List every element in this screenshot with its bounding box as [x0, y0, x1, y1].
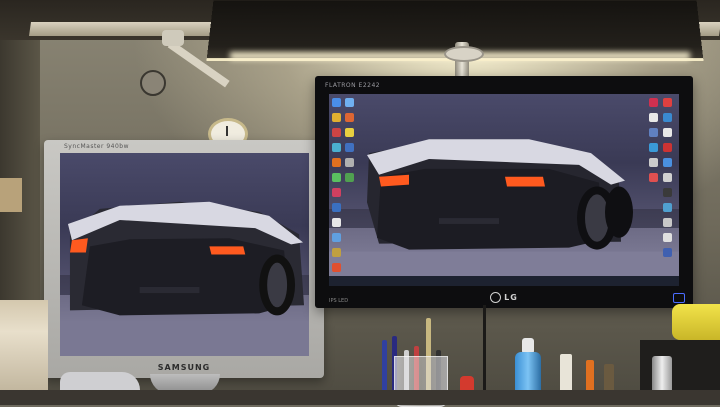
lamp-bracket-cap — [444, 46, 484, 62]
right-monitor-screen[interactable] — [329, 94, 679, 286]
car-wallpaper-icon — [329, 139, 679, 286]
taskbar[interactable] — [329, 276, 679, 286]
left-monitor-screen[interactable] — [60, 153, 309, 356]
monitor-cable — [483, 305, 486, 395]
desktop-icons-left-2[interactable] — [345, 98, 357, 182]
camera-icon — [162, 30, 184, 46]
right-monitor-model: FLATRON E2242 — [325, 82, 381, 89]
right-monitor: FLATRON E2242 IPS LED LG — [315, 76, 693, 308]
shelf-item — [0, 178, 22, 212]
desk-edge — [0, 390, 720, 405]
right-monitor-brand-text: LG — [504, 293, 518, 302]
fan-icon — [140, 70, 166, 96]
desktop-icons-right-2[interactable] — [649, 98, 661, 182]
yellow-container — [672, 304, 720, 340]
left-monitor-model: SyncMaster 940bw — [64, 143, 130, 150]
lg-logo-icon — [490, 292, 502, 303]
desktop-icons-left[interactable] — [332, 98, 344, 272]
right-monitor-brand: LG — [315, 292, 693, 303]
car-wallpaper-icon — [60, 201, 309, 356]
desktop-icons-right[interactable] — [663, 98, 675, 257]
left-monitor: SyncMaster 940bw SAMSUNG — [44, 140, 324, 378]
power-button-icon[interactable] — [673, 293, 685, 303]
left-monitor-brand: SAMSUNG — [157, 363, 211, 372]
